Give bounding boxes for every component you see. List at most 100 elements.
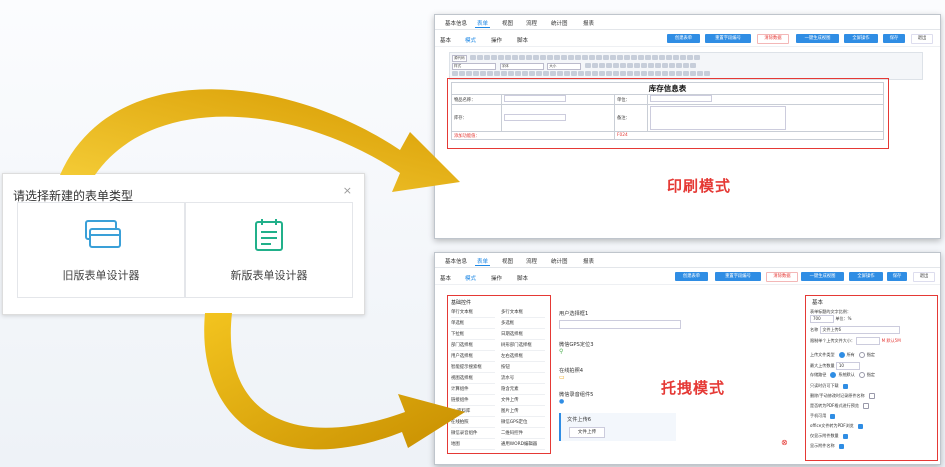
tool-icon[interactable] [585,71,591,76]
unit-cell[interactable] [647,94,884,105]
tool-icon[interactable] [675,63,682,68]
tool-icon[interactable] [633,63,640,68]
delete-icon[interactable]: ⊗ [781,438,788,447]
exit-button[interactable]: 退出 [913,272,935,282]
palette-item[interactable]: 树形部门选择框 [501,341,545,351]
tab-form[interactable]: 表单 [474,257,491,266]
palette-item[interactable]: 用户选择框 [451,352,495,362]
tool-icon[interactable] [690,71,696,76]
tool-icon[interactable] [571,71,577,76]
checkbox[interactable] [842,383,848,389]
palette-item[interactable]: 链接组件 [451,396,495,406]
tool-icon[interactable] [676,71,682,76]
tool-icon[interactable] [640,63,647,68]
tab-chart[interactable]: 统计图 [551,257,568,265]
subtab-script[interactable]: 脚本 [517,36,528,44]
tool-icon[interactable] [557,71,563,76]
palette-item[interactable]: 二维码控件 [501,429,545,439]
title-ratio-input[interactable]: 700 [810,315,834,323]
tool-icon[interactable] [673,55,680,60]
palette-item[interactable]: 地图 [451,440,495,450]
save-button[interactable]: 保存 [883,34,905,43]
remark-cell[interactable] [647,104,884,132]
tool-icon[interactable] [473,71,479,76]
palette-item[interactable]: 流水号 [501,374,545,384]
audio-field[interactable]: 微信录音组件5 ● [559,391,593,405]
remark-textarea[interactable] [650,106,786,130]
tool-icon[interactable] [652,55,659,60]
tab-flow[interactable]: 流程 [526,257,537,265]
tab-report[interactable]: 报表 [583,257,594,265]
reset-field-number-button[interactable]: 重置字段编号 [705,34,751,43]
tool-icon[interactable] [613,71,619,76]
tool-icon[interactable] [619,63,626,68]
palette-item[interactable]: 部门选择框 [451,341,495,351]
tool-icon[interactable] [669,71,675,76]
checkbox[interactable] [830,413,836,419]
tool-icon[interactable] [694,55,701,60]
tool-icon[interactable] [668,63,675,68]
tab-basic-info[interactable]: 基本信息 [445,19,467,27]
tool-icon[interactable] [596,55,603,60]
tool-icon[interactable] [610,55,617,60]
tool-icon[interactable] [647,63,654,68]
tool-icon[interactable] [526,55,533,60]
tool-icon[interactable] [501,71,507,76]
tool-icon[interactable] [508,71,514,76]
generate-view-button[interactable]: 一键生成视图 [801,272,844,281]
tool-icon[interactable] [533,55,540,60]
palette-item[interactable]: 通用WORD编辑器 [501,440,545,450]
clear-data-button[interactable]: 清除数据 [757,34,789,44]
tab-report[interactable]: 报表 [583,19,594,27]
radio-path-specify[interactable] [858,372,865,378]
tool-icon[interactable] [536,71,542,76]
user-select-input[interactable] [559,320,681,329]
palette-item[interactable]: 图片上传 [501,407,545,417]
tool-icon[interactable] [612,63,619,68]
palette-item[interactable]: 单选框 [451,319,495,329]
tool-icon[interactable] [498,55,505,60]
subtab-action[interactable]: 操作 [491,36,502,44]
radio-specify[interactable] [858,352,865,358]
tool-icon[interactable] [655,71,661,76]
source-button[interactable]: 源代码 [452,55,467,62]
tool-icon[interactable] [641,71,647,76]
checkbox[interactable] [842,433,848,439]
palette-item[interactable]: 日期选择框 [501,330,545,340]
tool-icon[interactable] [697,71,703,76]
palette-item[interactable]: 多行文本框 [501,308,545,318]
subtab-basic[interactable]: 基本 [440,36,451,44]
tool-icon[interactable] [543,71,549,76]
file-upload-button[interactable]: 文件上传 [569,427,605,438]
tool-icon[interactable] [575,55,582,60]
close-icon[interactable]: × [343,184,352,197]
tool-icon[interactable] [591,63,598,68]
tool-icon[interactable] [484,55,491,60]
style-select[interactable]: 样式 [452,63,496,70]
tool-icon[interactable] [494,71,500,76]
palette-item[interactable]: 隐含元素 [501,385,545,395]
tool-icon[interactable] [512,55,519,60]
checkbox[interactable] [838,443,844,449]
tool-icon[interactable] [626,63,633,68]
tool-icon[interactable] [620,71,626,76]
old-form-designer-option[interactable]: 旧版表单设计器 [17,202,185,298]
tool-icon[interactable] [683,71,689,76]
file-upload-field[interactable]: 文件上传6 文件上传 [559,413,676,441]
tool-icon[interactable] [529,71,535,76]
palette-item[interactable]: kis资料库 [451,407,495,417]
tool-icon[interactable] [470,55,477,60]
checkbox[interactable] [857,423,863,429]
unit-input[interactable] [650,95,712,102]
tab-view[interactable]: 视图 [502,257,513,265]
tool-icon[interactable] [466,71,472,76]
subtab-mode[interactable]: 模式 [465,274,476,282]
new-form-designer-option[interactable]: 新版表单设计器 [185,202,353,298]
tool-icon[interactable] [648,71,654,76]
generate-view-button[interactable]: 一键生成视图 [796,34,839,43]
fullscreen-button[interactable]: 全屏操作 [844,34,878,43]
tool-icon[interactable] [582,55,589,60]
tool-icon[interactable] [564,71,570,76]
size-select[interactable]: 大小 [547,63,582,70]
palette-item[interactable]: 多选框 [501,319,545,329]
